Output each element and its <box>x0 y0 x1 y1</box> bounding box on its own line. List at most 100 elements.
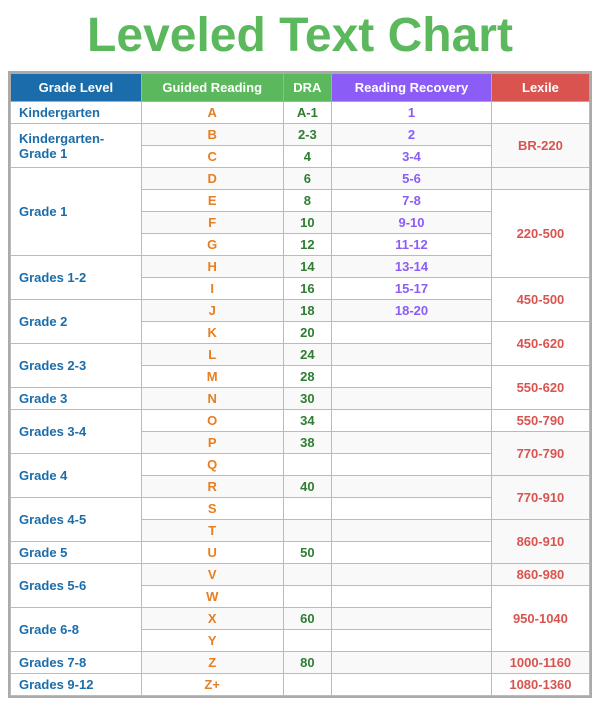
grade-label: Grade 5 <box>11 542 142 564</box>
reading-recovery-value: 11-12 <box>332 234 492 256</box>
reading-recovery-value <box>332 542 492 564</box>
reading-recovery-value <box>332 630 492 652</box>
dra-value <box>283 498 332 520</box>
reading-recovery-value <box>332 608 492 630</box>
guided-reading-value: S <box>141 498 283 520</box>
leveled-text-table: Grade Level Guided Reading DRA Reading R… <box>10 73 590 697</box>
grade-label: Grade 2 <box>11 300 142 344</box>
reading-recovery-value: 9-10 <box>332 212 492 234</box>
guided-reading-value: N <box>141 388 283 410</box>
dra-value: 24 <box>283 344 332 366</box>
lexile-value <box>491 168 589 190</box>
reading-recovery-header: Reading Recovery <box>332 73 492 102</box>
table-row: Kindergarten- Grade 1B2-32BR-220 <box>11 124 590 146</box>
dra-value: 20 <box>283 322 332 344</box>
grade-label: Grades 7-8 <box>11 652 142 674</box>
dra-value: 14 <box>283 256 332 278</box>
table-row: Grade 1D65-6 <box>11 168 590 190</box>
guided-reading-value: M <box>141 366 283 388</box>
dra-value: 16 <box>283 278 332 300</box>
lexile-value: 950-1040 <box>491 586 589 652</box>
reading-recovery-value <box>332 498 492 520</box>
reading-recovery-value <box>332 344 492 366</box>
reading-recovery-value <box>332 586 492 608</box>
reading-recovery-value <box>332 674 492 696</box>
guided-reading-value: U <box>141 542 283 564</box>
lexile-value: 450-500 <box>491 278 589 322</box>
reading-recovery-value: 15-17 <box>332 278 492 300</box>
dra-value <box>283 674 332 696</box>
guided-reading-value: L <box>141 344 283 366</box>
dra-value <box>283 520 332 542</box>
dra-value: 34 <box>283 410 332 432</box>
table-row: Grades 9-12Z+1080-1360 <box>11 674 590 696</box>
lexile-value: 770-790 <box>491 432 589 476</box>
reading-recovery-value: 3-4 <box>332 146 492 168</box>
lexile-value: 550-620 <box>491 366 589 410</box>
reading-recovery-value <box>332 410 492 432</box>
grade-label: Grades 9-12 <box>11 674 142 696</box>
guided-reading-value: R <box>141 476 283 498</box>
reading-recovery-value: 1 <box>332 102 492 124</box>
dra-value: 12 <box>283 234 332 256</box>
reading-recovery-value <box>332 520 492 542</box>
dra-value <box>283 586 332 608</box>
dra-value: 2-3 <box>283 124 332 146</box>
lexile-header: Lexile <box>491 73 589 102</box>
guided-reading-value: F <box>141 212 283 234</box>
dra-value: 6 <box>283 168 332 190</box>
dra-value: 4 <box>283 146 332 168</box>
guided-reading-value: O <box>141 410 283 432</box>
reading-recovery-value <box>332 476 492 498</box>
guided-reading-header: Guided Reading <box>141 73 283 102</box>
table-row: Grades 7-8Z80 1000-1160 <box>11 652 590 674</box>
reading-recovery-value: 5-6 <box>332 168 492 190</box>
lexile-value: 550-790 <box>491 410 589 432</box>
reading-recovery-value <box>332 388 492 410</box>
grade-label: Grade 6-8 <box>11 608 142 652</box>
guided-reading-value: G <box>141 234 283 256</box>
lexile-value: 220-500 <box>491 190 589 278</box>
guided-reading-value: P <box>141 432 283 454</box>
dra-value: 8 <box>283 190 332 212</box>
dra-value: 40 <box>283 476 332 498</box>
reading-recovery-value <box>332 366 492 388</box>
guided-reading-value: D <box>141 168 283 190</box>
reading-recovery-value: 13-14 <box>332 256 492 278</box>
lexile-value: 860-910 <box>491 520 589 564</box>
reading-recovery-value <box>332 564 492 586</box>
dra-value <box>283 630 332 652</box>
grade-label: Grades 1-2 <box>11 256 142 300</box>
lexile-value: 860-980 <box>491 564 589 586</box>
lexile-value: 1080-1360 <box>491 674 589 696</box>
guided-reading-value: A <box>141 102 283 124</box>
guided-reading-value: E <box>141 190 283 212</box>
grade-label: Grades 3-4 <box>11 410 142 454</box>
guided-reading-value: C <box>141 146 283 168</box>
guided-reading-value: J <box>141 300 283 322</box>
reading-recovery-value <box>332 432 492 454</box>
table-row: Grades 3-4O34550-790 <box>11 410 590 432</box>
reading-recovery-value <box>332 454 492 476</box>
dra-value: 80 <box>283 652 332 674</box>
guided-reading-value: T <box>141 520 283 542</box>
lexile-value: 1000-1160 <box>491 652 589 674</box>
guided-reading-value: K <box>141 322 283 344</box>
reading-recovery-value: 18-20 <box>332 300 492 322</box>
lexile-value <box>491 102 589 124</box>
guided-reading-value: Q <box>141 454 283 476</box>
reading-recovery-value: 7-8 <box>332 190 492 212</box>
guided-reading-value: X <box>141 608 283 630</box>
grade-label: Grades 4-5 <box>11 498 142 542</box>
reading-recovery-value <box>332 322 492 344</box>
guided-reading-value: W <box>141 586 283 608</box>
guided-reading-value: V <box>141 564 283 586</box>
lexile-value: BR-220 <box>491 124 589 168</box>
grade-label: Grade 4 <box>11 454 142 498</box>
dra-value: A-1 <box>283 102 332 124</box>
guided-reading-value: Z <box>141 652 283 674</box>
dra-value: 18 <box>283 300 332 322</box>
dra-value: 30 <box>283 388 332 410</box>
grade-label: Grade 1 <box>11 168 142 256</box>
dra-value: 38 <box>283 432 332 454</box>
